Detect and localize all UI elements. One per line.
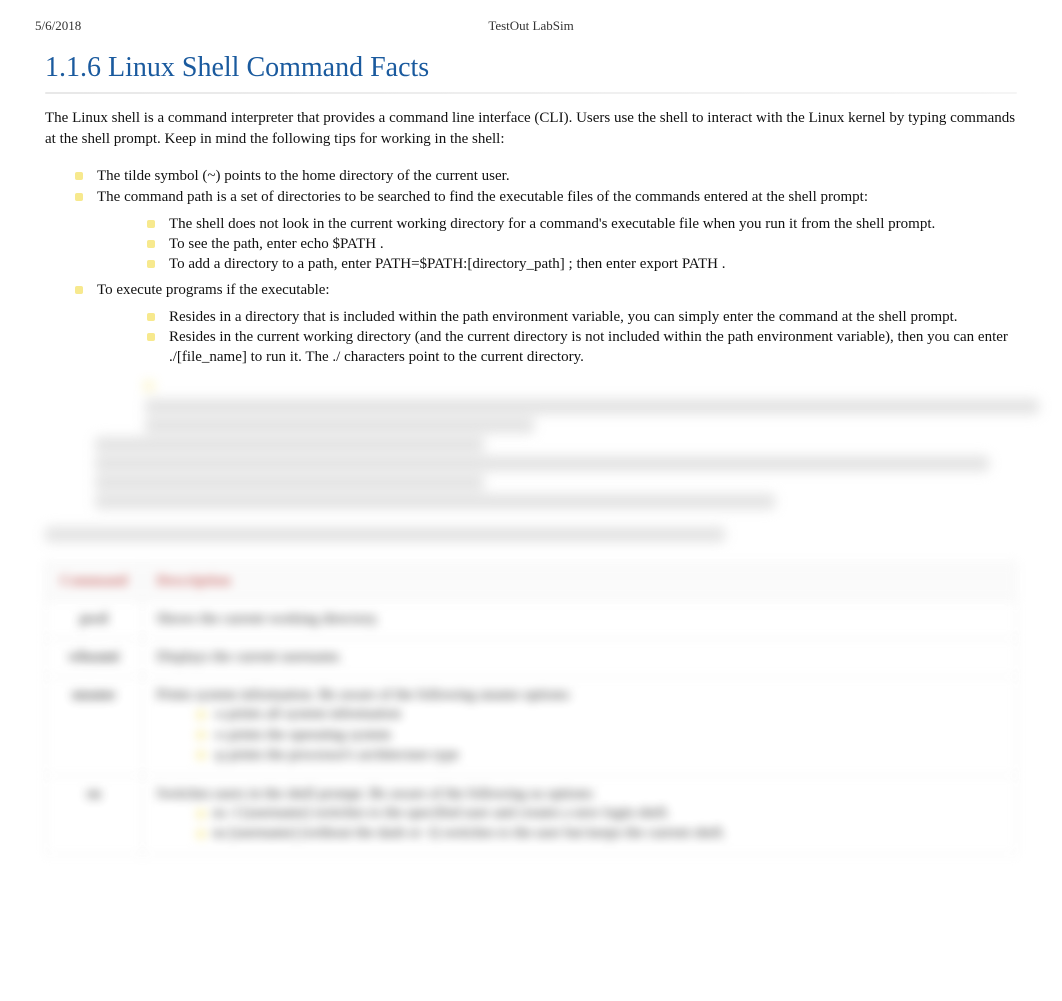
cell-list-item: su [username] (without the dash or -l) s… (157, 823, 1002, 843)
list-item: The shell does not look in the current w… (147, 214, 1017, 234)
desc-cell: Switches users in the shell prompt. Be a… (142, 776, 1016, 855)
cell-list-item: -a prints all system information (157, 704, 1002, 724)
desc-cell: Shows the current working directory. (142, 601, 1016, 639)
cmd-cell: whoami (46, 639, 143, 677)
blurred-content (45, 381, 1017, 542)
list-item: To add a directory to a path, enter PATH… (147, 254, 1017, 274)
cell-list-item: -o prints the operating system (157, 725, 1002, 745)
list-item: To execute programs if the executable: R… (75, 280, 1017, 367)
cell-list-item: -p prints the processor's architecture t… (157, 745, 1002, 765)
list-item: Resides in the current working directory… (147, 327, 1017, 368)
desc-intro: Prints system information. Be aware of t… (157, 687, 1002, 704)
list-item: The command path is a set of directories… (75, 187, 1017, 274)
table-row: su Switches users in the shell prompt. B… (46, 776, 1017, 855)
header-app-title: TestOut LabSim (366, 18, 697, 34)
list-item: To see the path, enter echo $PATH . (147, 234, 1017, 254)
desc-cell: Displays the current username. (142, 639, 1016, 677)
heading-divider (45, 92, 1017, 94)
list-item-text: To execute programs if the executable: (97, 282, 330, 298)
table-header-desc: Description (142, 563, 1016, 601)
list-item: Resides in a directory that is included … (147, 307, 1017, 327)
list-item: The tilde symbol (~) points to the home … (75, 166, 1017, 186)
tips-list: The tilde symbol (~) points to the home … (0, 166, 1062, 367)
command-table: Command Description pwd Shows the curren… (45, 562, 1017, 854)
table-row: pwd Shows the current working directory. (46, 601, 1017, 639)
cmd-cell: su (46, 776, 143, 855)
command-table-blurred: Command Description pwd Shows the curren… (45, 562, 1017, 854)
nested-list: Resides in a directory that is included … (97, 307, 1017, 368)
nested-list: The shell does not look in the current w… (97, 214, 1017, 275)
table-row: whoami Displays the current username. (46, 639, 1017, 677)
desc-cell: Prints system information. Be aware of t… (142, 677, 1016, 776)
cmd-cell: pwd (46, 601, 143, 639)
intro-paragraph: The Linux shell is a command interpreter… (0, 108, 1062, 150)
desc-intro: Switches users in the shell prompt. Be a… (157, 786, 1002, 803)
page-title: 1.1.6 Linux Shell Command Facts (0, 34, 1062, 92)
cmd-cell: uname (46, 677, 143, 776)
header-date: 5/6/2018 (35, 18, 366, 34)
table-header-cmd: Command (46, 563, 143, 601)
page-header: 5/6/2018 TestOut LabSim (0, 0, 1062, 34)
table-row: uname Prints system information. Be awar… (46, 677, 1017, 776)
cell-list-item: su -l [username] switches to the specifi… (157, 803, 1002, 823)
list-item-text: The command path is a set of directories… (97, 189, 868, 205)
